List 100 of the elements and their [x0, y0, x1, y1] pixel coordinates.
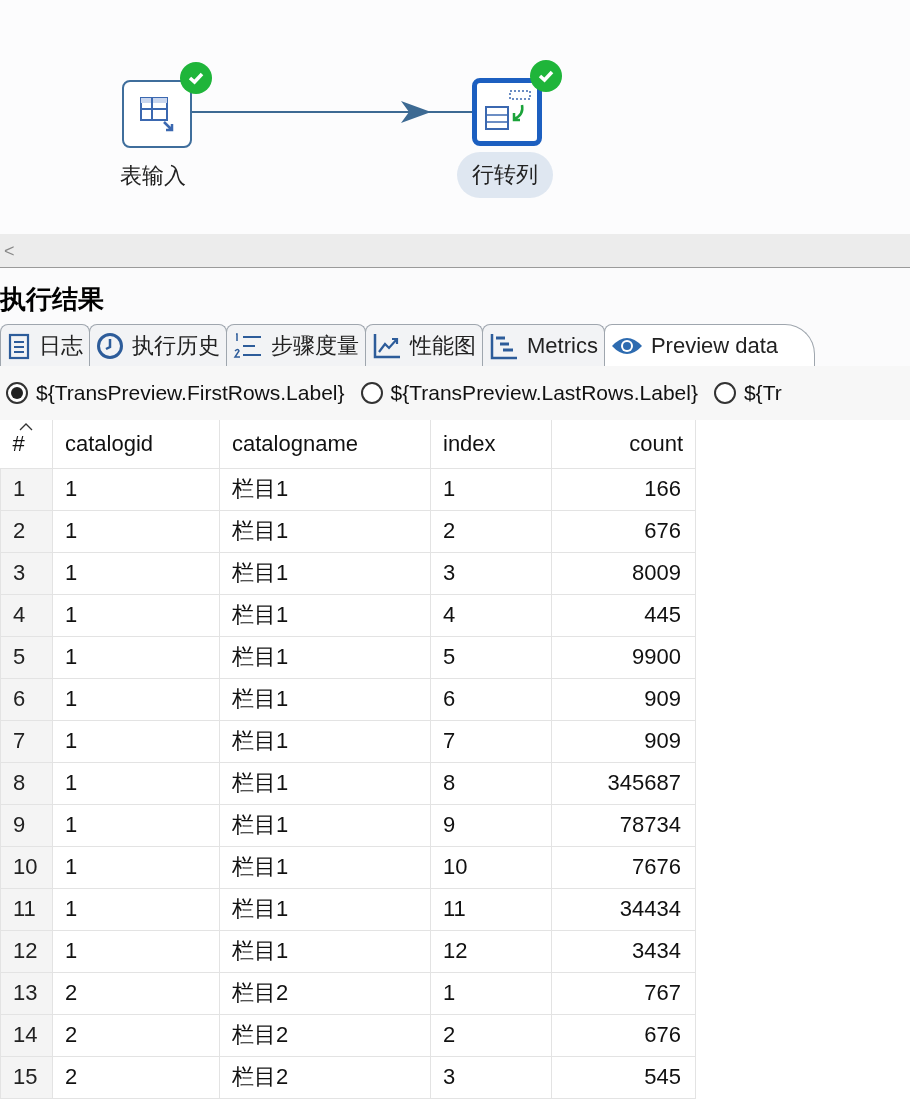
row-number: 13	[0, 972, 53, 1014]
table-cell: 1	[52, 762, 220, 804]
row-number: 6	[0, 678, 53, 720]
row-number: 11	[0, 888, 53, 930]
row-number: 3	[0, 552, 53, 594]
table-cell: 3434	[551, 930, 696, 972]
radio-button[interactable]	[6, 382, 28, 404]
table-cell: 8	[430, 762, 552, 804]
tab[interactable]: Preview data	[603, 324, 816, 366]
table-cell: 1	[430, 972, 552, 1014]
table-cell: 7	[430, 720, 552, 762]
table-cell: 栏目2	[219, 1014, 431, 1056]
step-label: 行转列	[457, 152, 553, 198]
table-cell: 1	[52, 804, 220, 846]
table-cell: 767	[551, 972, 696, 1014]
table-cell: 栏目1	[219, 636, 431, 678]
row-number: 7	[0, 720, 53, 762]
table-cell: 1	[52, 720, 220, 762]
table-cell: 2	[52, 972, 220, 1014]
line-chart-icon	[372, 331, 402, 360]
row-number: 15	[0, 1056, 53, 1098]
row-number: 10	[0, 846, 53, 888]
table-cell: 7676	[551, 846, 696, 888]
row-number: 4	[0, 594, 53, 636]
row-number: 2	[0, 510, 53, 552]
table-cell: 1	[52, 468, 220, 510]
table-cell: 1	[52, 636, 220, 678]
table-cell: 78734	[551, 804, 696, 846]
tab[interactable]: 性能图	[365, 324, 483, 366]
step-node[interactable]	[122, 80, 192, 148]
table-cell: 1	[52, 510, 220, 552]
column-header[interactable]: catalogname	[219, 420, 431, 468]
table-cell: 3	[430, 552, 552, 594]
table-cell: 1	[52, 930, 220, 972]
table-cell: 11	[430, 888, 552, 930]
table-cell: 1	[52, 594, 220, 636]
table-cell: 9	[430, 804, 552, 846]
table-cell: 12	[430, 930, 552, 972]
radio-button[interactable]	[360, 382, 383, 404]
table-cell: 栏目1	[219, 510, 431, 552]
step-node[interactable]	[472, 78, 542, 146]
table-cell: 6	[430, 678, 552, 720]
table-cell: 栏目1	[219, 594, 431, 636]
table-cell: 1	[430, 468, 552, 510]
table-cell: 1	[52, 888, 220, 930]
table-cell: 10	[430, 846, 552, 888]
table-cell: 445	[551, 594, 696, 636]
table-cell: 2	[52, 1056, 220, 1098]
table-cell: 1	[52, 846, 220, 888]
radio-option[interactable]: ${TransPreview.FirstRows.Label}	[6, 377, 345, 409]
numbered-list-icon	[233, 331, 263, 360]
step-label: 表输入	[120, 165, 186, 187]
radio-button[interactable]	[713, 382, 736, 404]
table-cell: 3	[430, 1056, 552, 1098]
clipboard-icon	[7, 331, 31, 360]
table-cell: 1	[52, 552, 220, 594]
table-cell: 栏目1	[219, 678, 431, 720]
table-cell: 栏目1	[219, 804, 431, 846]
table-cell: 栏目1	[219, 552, 431, 594]
table-cell: 545	[551, 1056, 696, 1098]
row-number: 14	[0, 1014, 53, 1056]
table-cell: 栏目2	[219, 1056, 431, 1098]
table-cell: 909	[551, 720, 696, 762]
column-header[interactable]: #	[0, 420, 53, 468]
column-header[interactable]: index	[430, 420, 552, 468]
tab[interactable]: 步骤度量	[226, 324, 366, 366]
radio-option[interactable]: ${TransPreview.LastRows.Label}	[360, 377, 698, 409]
table-cell: 栏目1	[219, 930, 431, 972]
radio-option[interactable]: ${Tr	[713, 377, 782, 409]
table-cell: 1	[52, 678, 220, 720]
row-number: 1	[0, 468, 53, 510]
table-cell: 909	[551, 678, 696, 720]
table-cell: 栏目1	[219, 720, 431, 762]
tab[interactable]: 执行历史	[89, 324, 227, 366]
table-cell: 2	[52, 1014, 220, 1056]
row-number: 5	[0, 636, 53, 678]
table-cell: 345687	[551, 762, 696, 804]
panel-title: 执行结果	[0, 283, 105, 316]
table-cell: 676	[551, 1014, 696, 1056]
table-cell: 8009	[551, 552, 696, 594]
table-cell: 栏目2	[219, 972, 431, 1014]
table-cell: 栏目1	[219, 468, 431, 510]
tab[interactable]: Metrics	[482, 324, 605, 366]
table-cell: 166	[551, 468, 696, 510]
column-header[interactable]: catalogid	[52, 420, 220, 468]
row-number: 8	[0, 762, 53, 804]
tab[interactable]: 日志	[0, 324, 90, 366]
table-cell: 5	[430, 636, 552, 678]
table-cell: 676	[551, 510, 696, 552]
table-cell: 栏目1	[219, 888, 431, 930]
table-cell: 栏目1	[219, 762, 431, 804]
gantt-icon	[489, 331, 519, 360]
clock-icon	[96, 331, 124, 360]
table-cell: 栏目1	[219, 846, 431, 888]
row-number: 12	[0, 930, 53, 972]
row-number: 9	[0, 804, 53, 846]
table-cell: 2	[430, 510, 552, 552]
column-header[interactable]: count	[551, 420, 696, 468]
table-cell: 34434	[551, 888, 696, 930]
table-cell: 9900	[551, 636, 696, 678]
